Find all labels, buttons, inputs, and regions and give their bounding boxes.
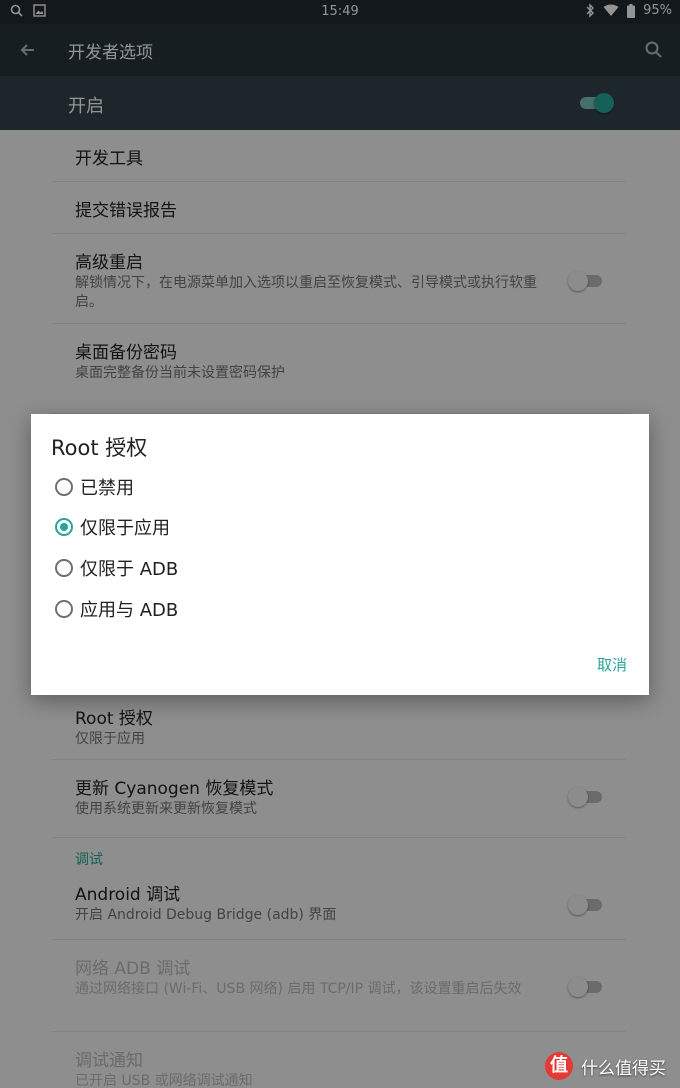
watermark-text: 什么值得买 — [581, 1058, 666, 1079]
radio-button[interactable] — [55, 518, 73, 536]
radio-button[interactable] — [55, 559, 73, 577]
radio-option-disabled[interactable]: 已禁用 — [55, 472, 134, 502]
radio-label: 仅限于 ADB — [80, 559, 179, 580]
radio-label: 已禁用 — [80, 478, 134, 499]
dialog-title: Root 授权 — [51, 436, 148, 460]
radio-button[interactable] — [55, 600, 73, 618]
watermark: 值 什么值得买 — [545, 1052, 666, 1080]
radio-button[interactable] — [55, 478, 73, 496]
radio-option-adb-only[interactable]: 仅限于 ADB — [55, 553, 178, 583]
radio-option-apps-and-adb[interactable]: 应用与 ADB — [55, 594, 178, 624]
cancel-button[interactable]: 取消 — [597, 654, 627, 675]
radio-option-apps-only[interactable]: 仅限于应用 — [55, 512, 170, 542]
radio-label: 仅限于应用 — [80, 518, 170, 539]
root-access-dialog: Root 授权 已禁用 仅限于应用 仅限于 ADB 应用与 ADB 取消 — [31, 414, 649, 695]
radio-label: 应用与 ADB — [80, 600, 179, 621]
watermark-logo-icon: 值 — [545, 1052, 573, 1080]
